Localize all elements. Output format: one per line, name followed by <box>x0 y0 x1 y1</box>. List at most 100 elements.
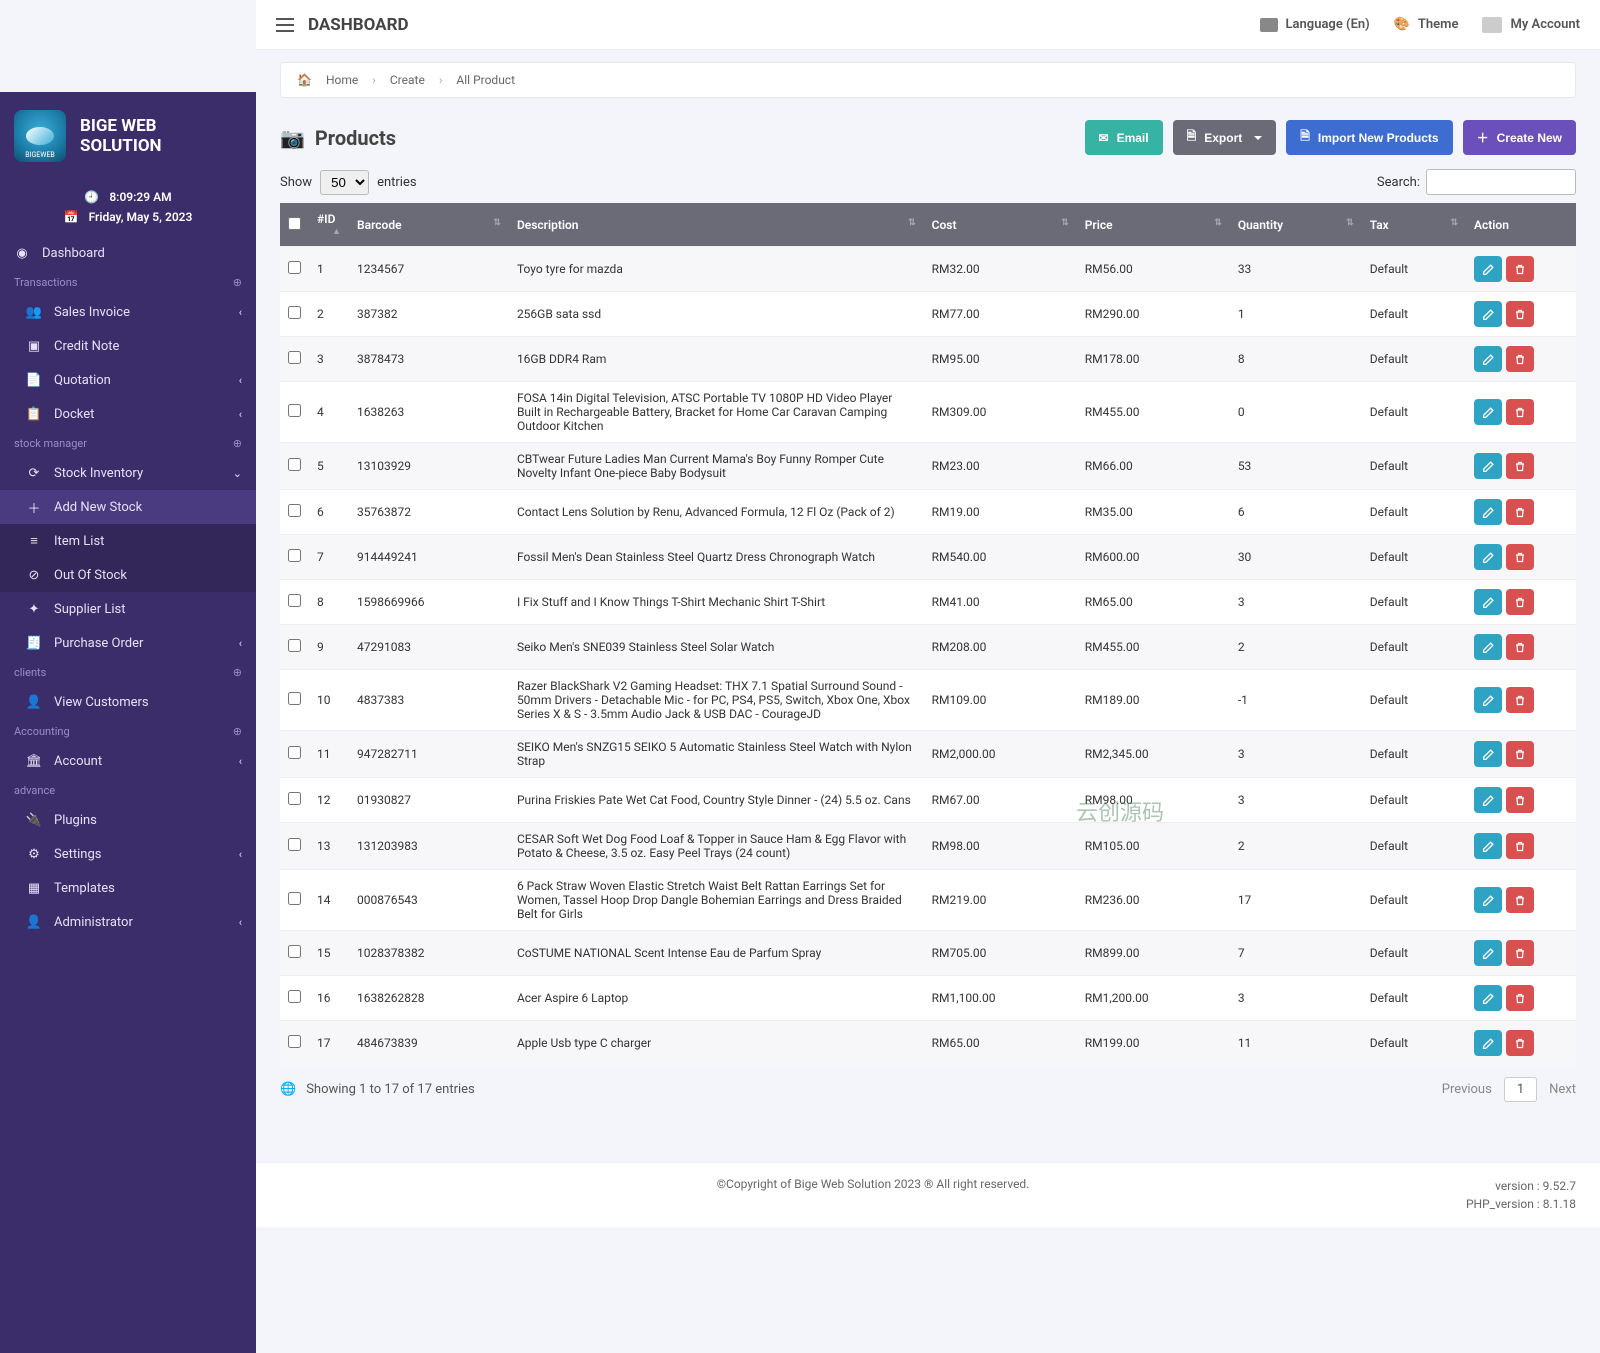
edit-button[interactable] <box>1474 985 1502 1011</box>
nav-stock-inventory[interactable]: ⟳ Stock Inventory ⌄ <box>0 456 256 490</box>
nav-supplier-list[interactable]: ✦ Supplier List <box>0 592 256 626</box>
col-price[interactable]: Price⇅ <box>1077 203 1230 247</box>
nav-quotation[interactable]: 📄 Quotation ‹ <box>0 363 256 397</box>
select-all-checkbox[interactable] <box>288 217 301 230</box>
edit-button[interactable] <box>1474 1030 1502 1056</box>
nav-out-of-stock[interactable]: ⊘ Out Of Stock <box>0 558 256 592</box>
delete-button[interactable] <box>1506 256 1534 282</box>
edit-button[interactable] <box>1474 256 1502 282</box>
menu-toggle[interactable] <box>276 18 294 32</box>
row-checkbox[interactable] <box>288 261 301 274</box>
nav-dashboard[interactable]: ◉ Dashboard <box>0 236 256 270</box>
nav-plugins[interactable]: 🔌 Plugins <box>0 803 256 837</box>
nav-add-new-stock[interactable]: ＋ Add New Stock <box>0 490 256 524</box>
brand[interactable]: BIGE WEB SOLUTION <box>0 92 256 180</box>
edit-button[interactable] <box>1474 833 1502 859</box>
row-checkbox[interactable] <box>288 306 301 319</box>
nav-administrator[interactable]: 👤 Administrator ‹ <box>0 905 256 939</box>
row-checkbox[interactable] <box>288 639 301 652</box>
row-checkbox[interactable] <box>288 1035 301 1048</box>
col-id[interactable]: #ID▲ <box>309 203 349 247</box>
row-checkbox[interactable] <box>288 351 301 364</box>
nav-templates[interactable]: ▦ Templates <box>0 871 256 905</box>
cell-price: RM236.00 <box>1077 870 1230 931</box>
nav-settings[interactable]: ⚙ Settings ‹ <box>0 837 256 871</box>
paginate-next[interactable]: Next <box>1549 1082 1576 1097</box>
delete-button[interactable] <box>1506 589 1534 615</box>
nav-account[interactable]: 🏛 Account ‹ <box>0 744 256 778</box>
col-tax[interactable]: Tax⇅ <box>1362 203 1466 247</box>
edit-button[interactable] <box>1474 687 1502 713</box>
edit-button[interactable] <box>1474 544 1502 570</box>
edit-button[interactable] <box>1474 589 1502 615</box>
delete-button[interactable] <box>1506 301 1534 327</box>
delete-button[interactable] <box>1506 453 1534 479</box>
theme-button[interactable]: 🎨 Theme <box>1394 17 1459 32</box>
nav-docket[interactable]: 📋 Docket ‹ <box>0 397 256 431</box>
row-checkbox[interactable] <box>288 838 301 851</box>
edit-button[interactable] <box>1474 301 1502 327</box>
delete-button[interactable] <box>1506 741 1534 767</box>
cell-barcode: 1234567 <box>349 247 509 292</box>
delete-button[interactable] <box>1506 544 1534 570</box>
my-account-button[interactable]: My Account <box>1482 17 1580 33</box>
row-checkbox[interactable] <box>288 458 301 471</box>
delete-button[interactable] <box>1506 399 1534 425</box>
row-checkbox[interactable] <box>288 892 301 905</box>
cell-price: RM105.00 <box>1077 823 1230 870</box>
delete-button[interactable] <box>1506 787 1534 813</box>
nav-item-list[interactable]: ≡ Item List <box>0 524 256 558</box>
row-checkbox[interactable] <box>288 990 301 1003</box>
row-checkbox[interactable] <box>288 504 301 517</box>
edit-button[interactable] <box>1474 453 1502 479</box>
cell-description: CBTwear Future Ladies Man Current Mama's… <box>509 443 924 490</box>
nav-credit-note[interactable]: ▣ Credit Note <box>0 329 256 363</box>
search-input[interactable] <box>1426 169 1576 195</box>
edit-button[interactable] <box>1474 787 1502 813</box>
entries-select[interactable]: 50 <box>320 170 369 195</box>
breadcrumb-home[interactable]: Home <box>326 73 358 87</box>
email-button[interactable]: ✉ Email <box>1085 120 1163 155</box>
col-cost[interactable]: Cost⇅ <box>924 203 1077 247</box>
edit-button[interactable] <box>1474 634 1502 660</box>
row-checkbox[interactable] <box>288 746 301 759</box>
delete-button[interactable] <box>1506 499 1534 525</box>
breadcrumb-create[interactable]: Create <box>390 73 425 87</box>
edit-button[interactable] <box>1474 940 1502 966</box>
brand-text: BIGE WEB SOLUTION <box>80 116 162 157</box>
col-quantity[interactable]: Quantity⇅ <box>1230 203 1362 247</box>
nav-sales-invoice[interactable]: 👥 Sales Invoice ‹ <box>0 295 256 329</box>
nav-view-customers[interactable]: 👤 View Customers <box>0 685 256 719</box>
import-button[interactable]: 🗎 Import New Products <box>1286 120 1452 155</box>
delete-button[interactable] <box>1506 634 1534 660</box>
row-checkbox[interactable] <box>288 549 301 562</box>
export-button[interactable]: 🗎 Export <box>1173 120 1277 155</box>
row-checkbox[interactable] <box>288 404 301 417</box>
create-new-button[interactable]: ＋ Create New <box>1463 120 1576 155</box>
language-button[interactable]: Language (En) <box>1260 17 1370 32</box>
edit-button[interactable] <box>1474 346 1502 372</box>
edit-button[interactable] <box>1474 887 1502 913</box>
row-checkbox[interactable] <box>288 792 301 805</box>
paginate-previous[interactable]: Previous <box>1442 1082 1492 1097</box>
delete-button[interactable] <box>1506 887 1534 913</box>
delete-button[interactable] <box>1506 985 1534 1011</box>
edit-button[interactable] <box>1474 741 1502 767</box>
delete-button[interactable] <box>1506 687 1534 713</box>
nav-purchase-order[interactable]: 🧾 Purchase Order ‹ <box>0 626 256 660</box>
col-description[interactable]: Description⇅ <box>509 203 924 247</box>
paginate-page-1[interactable]: 1 <box>1504 1077 1537 1102</box>
table-row: 41638263FOSA 14in Digital Television, AT… <box>280 382 1576 443</box>
delete-button[interactable] <box>1506 1030 1534 1056</box>
cell-barcode: 3878473 <box>349 337 509 382</box>
edit-button[interactable] <box>1474 399 1502 425</box>
row-checkbox[interactable] <box>288 692 301 705</box>
edit-button[interactable] <box>1474 499 1502 525</box>
sort-icon: ▲ <box>332 226 341 237</box>
delete-button[interactable] <box>1506 346 1534 372</box>
row-checkbox[interactable] <box>288 594 301 607</box>
delete-button[interactable] <box>1506 833 1534 859</box>
row-checkbox[interactable] <box>288 945 301 958</box>
col-barcode[interactable]: Barcode⇅ <box>349 203 509 247</box>
delete-button[interactable] <box>1506 940 1534 966</box>
